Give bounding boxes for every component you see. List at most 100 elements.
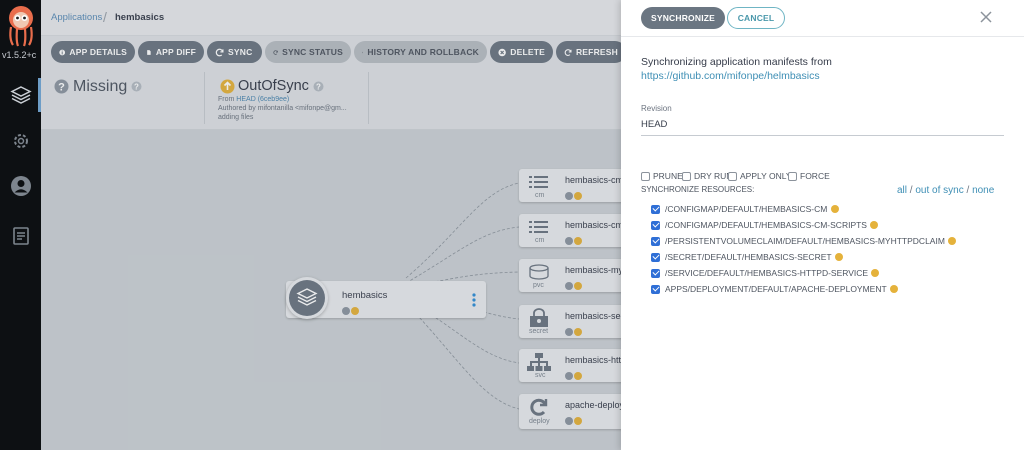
dry-run-label: DRY RUN <box>694 171 733 181</box>
app-root-status <box>342 302 359 320</box>
resource-checkbox[interactable] <box>651 284 660 294</box>
resource-item[interactable]: /PERSISTENTVOLUMECLAIM/DEFAULT/HEMBASICS… <box>651 233 1011 249</box>
help-icon[interactable]: ? <box>131 81 142 92</box>
node-name: hembasics-cm <box>565 175 621 185</box>
select-out-of-sync-link[interactable]: out of sync <box>915 185 963 196</box>
resource-checkbox[interactable] <box>651 268 660 278</box>
network-icon <box>527 353 551 371</box>
settings-icon[interactable] <box>8 128 34 154</box>
out-of-sync-icon <box>834 253 843 261</box>
resource-path: /CONFIGMAP/DEFAULT/HEMBASICS-CM <box>665 204 828 214</box>
node-name: hembasics-sec <box>565 311 621 321</box>
health-unknown-icon: ? <box>54 79 69 94</box>
select-none-link[interactable]: none <box>972 185 994 196</box>
resource-checkbox[interactable] <box>651 204 660 214</box>
breadcrumb-applications-link[interactable]: Applications <box>51 12 102 23</box>
breadcrumb-current-app: hembasics <box>115 12 165 23</box>
resource-checkbox[interactable] <box>651 220 660 230</box>
cancel-button[interactable]: CANCEL <box>727 7 785 29</box>
sync-status: OutOfSync <box>238 78 309 94</box>
sync-label: SYNC <box>228 47 253 57</box>
resource-item[interactable]: APPS/DEPLOYMENT/DEFAULT/APACHE-DEPLOYMEN… <box>651 281 1011 297</box>
resources-label: SYNCHRONIZE RESOURCES: <box>641 185 755 194</box>
list-icon <box>529 176 548 188</box>
delete-button[interactable]: DELETE <box>490 41 553 63</box>
app-toolbar: APP DETAILS APP DIFF SYNC SYNC STATUS HI… <box>41 36 621 68</box>
synchronize-button[interactable]: SYNCHRONIZE <box>641 7 725 29</box>
dry-run-option[interactable]: DRY RUN <box>682 170 732 182</box>
resource-item[interactable]: /CONFIGMAP/DEFAULT/HEMBASICS-CM <box>651 201 1011 217</box>
svg-text:?: ? <box>316 83 321 92</box>
apply-only-label: APPLY ONLY <box>740 171 792 181</box>
node-status <box>565 187 582 205</box>
version-label: v1.5.2+c <box>2 50 37 60</box>
dry-run-checkbox[interactable] <box>682 171 691 181</box>
resource-item[interactable]: /SERVICE/DEFAULT/HEMBASICS-HTTPD-SERVICE <box>651 265 1011 281</box>
sync-panel: SYNCHRONIZE CANCEL Synchronizing applica… <box>621 0 1024 450</box>
refresh-button[interactable]: REFRESH <box>556 41 621 63</box>
argo-logo[interactable] <box>3 3 39 47</box>
resource-checkbox[interactable] <box>651 252 660 262</box>
out-of-sync-icon <box>890 285 899 293</box>
resource-path: /PERSISTENTVOLUMECLAIM/DEFAULT/HEMBASICS… <box>665 236 945 246</box>
history-rollback-button[interactable]: HISTORY AND ROLLBACK <box>354 41 487 63</box>
help-icon[interactable]: ? <box>313 81 324 92</box>
status-divider <box>204 72 205 124</box>
node-name: hembasics-myh <box>565 265 621 275</box>
node-status <box>565 277 582 295</box>
revision-input[interactable]: HEAD <box>641 119 1004 136</box>
node-kind: cm <box>535 237 545 244</box>
app-diff-button[interactable]: APP DIFF <box>138 41 204 63</box>
sync-button[interactable]: SYNC <box>207 41 262 63</box>
select-all-link[interactable]: all <box>897 185 907 196</box>
history-icon <box>362 51 364 53</box>
commit-author: Authored by mifontanilla <mifonpe@gm... <box>218 105 347 112</box>
revision-link[interactable]: HEAD (6ceb9ee) <box>236 96 289 103</box>
sync-from-line: From HEAD (6ceb9ee) <box>218 96 289 103</box>
resource-node[interactable]: secret hembasics-sec <box>519 305 621 338</box>
database-icon <box>529 264 549 280</box>
resource-item[interactable]: /SECRET/DEFAULT/HEMBASICS-SECRET <box>651 249 1011 265</box>
info-icon <box>59 49 66 55</box>
resource-checkbox[interactable] <box>651 236 660 246</box>
apply-only-option[interactable]: APPLY ONLY <box>728 170 792 182</box>
sync-status-button[interactable]: SYNC STATUS <box>265 41 351 63</box>
resource-selector: all / out of sync / none <box>897 185 994 196</box>
force-option[interactable]: FORCE <box>788 170 830 182</box>
close-icon[interactable] <box>978 9 994 25</box>
repo-link[interactable]: https://github.com/mifonpe/helmbasics <box>641 70 820 82</box>
resource-node[interactable]: pvc hembasics-myh <box>519 259 621 292</box>
user-icon[interactable] <box>8 173 34 199</box>
file-icon <box>147 49 151 55</box>
resource-node[interactable]: svc hembasics-http <box>519 349 621 382</box>
svg-text:?: ? <box>58 82 65 94</box>
resource-path: /SECRET/DEFAULT/HEMBASICS-SECRET <box>665 252 832 262</box>
resource-path: /SERVICE/DEFAULT/HEMBASICS-HTTPD-SERVICE <box>665 268 869 278</box>
lock-icon <box>530 308 548 327</box>
out-of-sync-icon <box>870 221 879 229</box>
applications-icon <box>289 280 325 316</box>
app-root-node[interactable]: hembasics <box>286 277 486 320</box>
node-status <box>565 412 582 430</box>
resource-node[interactable]: cm hembasics-cm- <box>519 214 621 247</box>
sidebar: v1.5.2+c <box>0 0 41 450</box>
resource-node[interactable]: deploy apache-deploy <box>519 394 621 429</box>
force-checkbox[interactable] <box>788 171 797 181</box>
delete-icon <box>498 48 506 56</box>
out-of-sync-icon <box>830 205 839 213</box>
status-divider <box>368 72 369 124</box>
apply-only-checkbox[interactable] <box>728 171 737 181</box>
prune-option[interactable]: PRUNE <box>641 170 683 182</box>
resource-item[interactable]: /CONFIGMAP/DEFAULT/HEMBASICS-CM-SCRIPTS <box>651 217 1011 233</box>
app-details-button[interactable]: APP DETAILS <box>51 41 135 63</box>
resource-node[interactable]: cm hembasics-cm <box>519 169 621 202</box>
docs-icon[interactable] <box>8 223 34 249</box>
applications-icon[interactable] <box>8 82 34 108</box>
node-status <box>565 323 582 341</box>
node-status <box>565 367 582 385</box>
history-rollback-label: HISTORY AND ROLLBACK <box>367 47 479 57</box>
kebab-menu-icon[interactable] <box>472 293 476 307</box>
svg-text:?: ? <box>134 83 139 92</box>
node-kind: pvc <box>533 282 544 289</box>
prune-checkbox[interactable] <box>641 171 650 181</box>
